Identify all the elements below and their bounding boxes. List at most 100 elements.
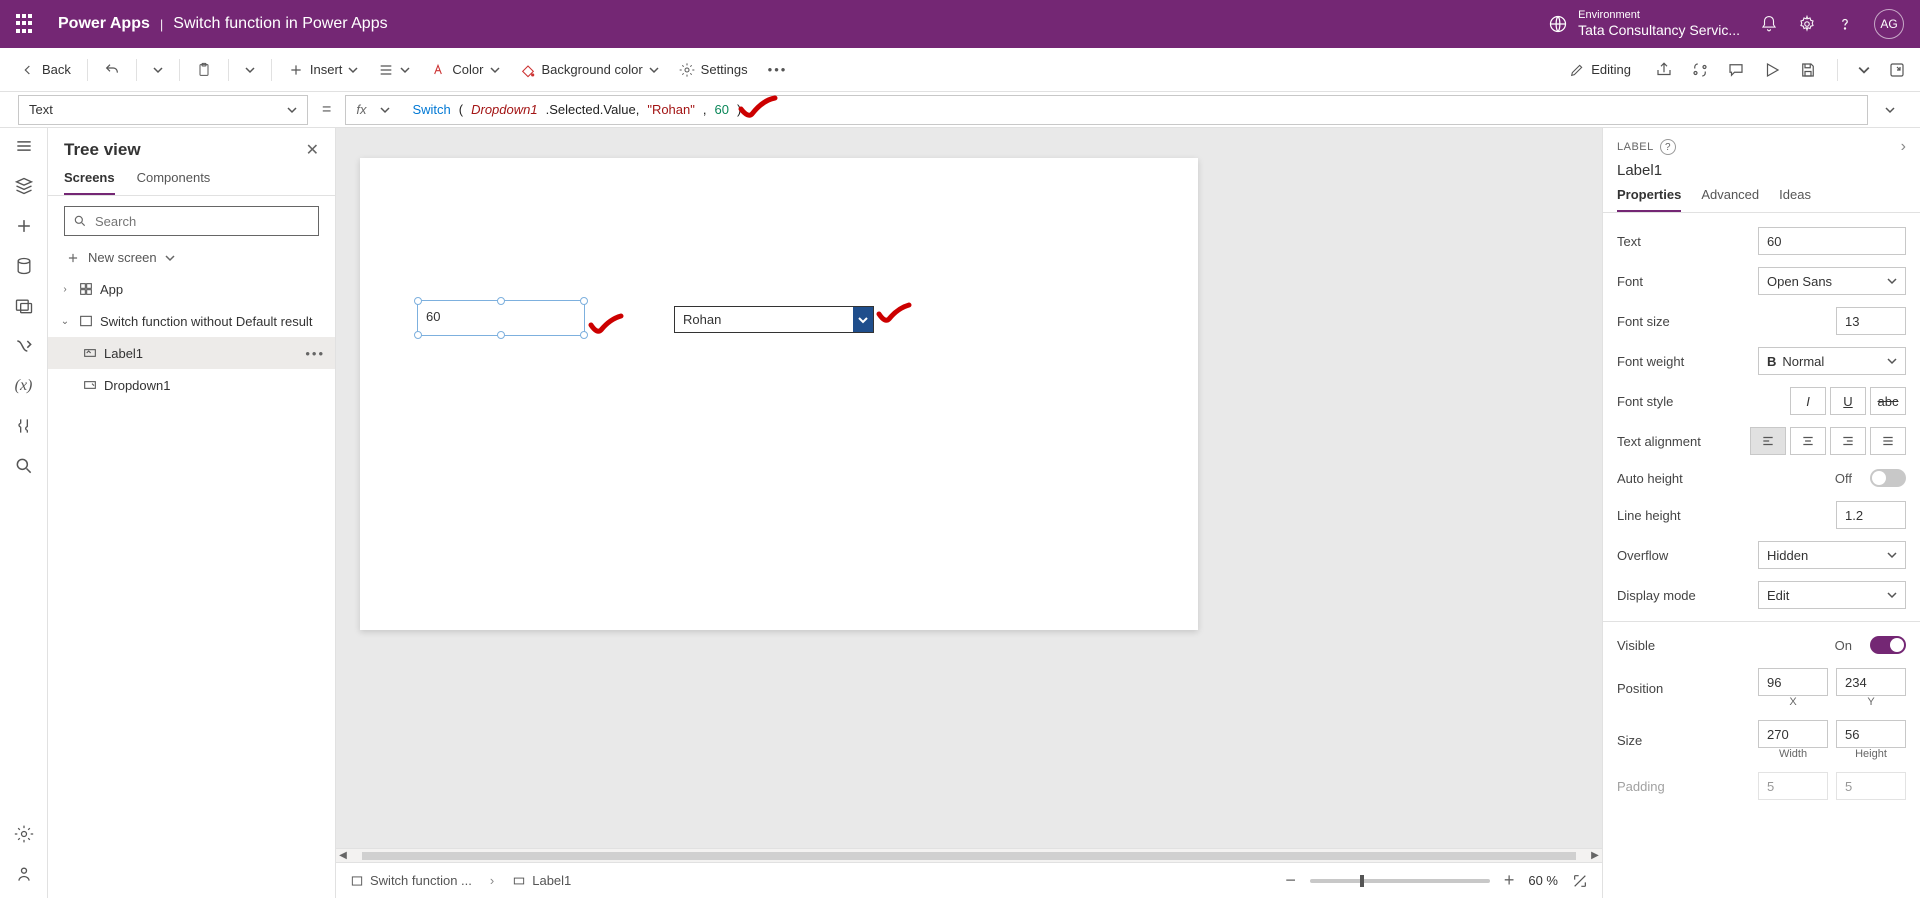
scroll-right-icon[interactable]: ▶ — [1588, 850, 1602, 861]
hamburger-icon[interactable] — [14, 136, 34, 156]
settings-button[interactable]: Settings — [673, 58, 754, 82]
zoom-slider[interactable] — [1310, 879, 1490, 883]
ellipsis-icon[interactable]: ••• — [305, 346, 325, 361]
align-right-button[interactable] — [1830, 427, 1866, 455]
chevron-right-icon[interactable]: › — [1901, 138, 1906, 156]
help-icon[interactable]: ? — [1660, 139, 1676, 155]
data-icon[interactable] — [14, 256, 34, 276]
paste-more[interactable] — [239, 61, 261, 79]
tree-view-icon[interactable] — [14, 176, 34, 196]
dropdown-arrow[interactable] — [853, 307, 873, 332]
paste-button[interactable] — [190, 58, 218, 82]
padding-b-input[interactable]: 5 — [1836, 772, 1906, 800]
notifications-icon[interactable] — [1760, 15, 1778, 33]
virtual-agent-icon[interactable] — [14, 864, 34, 884]
environment-picker[interactable]: Environment Tata Consultancy Servic... — [1548, 9, 1740, 39]
tree-node-screen[interactable]: ⌄ Switch function without Default result — [48, 305, 335, 337]
strike-button[interactable]: abc — [1870, 387, 1906, 415]
breadcrumb-label1[interactable]: Label1 — [512, 873, 571, 888]
tree-node-dropdown1[interactable]: Dropdown1 — [48, 369, 335, 401]
search-input[interactable] — [64, 206, 319, 236]
prop-text-input[interactable]: 60 — [1758, 227, 1906, 255]
italic-button[interactable]: I — [1790, 387, 1826, 415]
search-field[interactable] — [95, 214, 310, 229]
search-icon[interactable] — [14, 456, 34, 476]
tab-components[interactable]: Components — [137, 170, 211, 195]
prop-padding-label: Padding — [1617, 779, 1748, 794]
undo-button[interactable] — [98, 58, 126, 82]
back-button[interactable]: Back — [14, 58, 77, 82]
chevron-down-icon — [245, 65, 255, 75]
size-w-input[interactable]: 270 — [1758, 720, 1828, 748]
tab-screens[interactable]: Screens — [64, 170, 115, 195]
help-icon[interactable] — [1836, 15, 1854, 33]
scroll-left-icon[interactable]: ◀ — [336, 850, 350, 861]
tree-node-label1[interactable]: Label1 ••• — [48, 337, 335, 369]
horizontal-scrollbar[interactable]: ◀ ▶ — [336, 848, 1602, 862]
undo-icon — [104, 62, 120, 78]
align-center-button[interactable] — [1790, 427, 1826, 455]
gear-icon[interactable] — [1798, 15, 1816, 33]
media-icon[interactable] — [14, 296, 34, 316]
avatar[interactable]: AG — [1874, 9, 1904, 39]
play-icon[interactable] — [1763, 61, 1781, 79]
padding-a-input[interactable]: 5 — [1758, 772, 1828, 800]
underline-button[interactable]: U — [1830, 387, 1866, 415]
insert-button[interactable]: Insert — [282, 58, 365, 82]
comments-icon[interactable] — [1727, 61, 1745, 79]
visible-toggle[interactable] — [1870, 636, 1906, 654]
color-button[interactable]: Color — [424, 58, 505, 82]
breadcrumb-screen[interactable]: Switch function ... — [350, 873, 472, 888]
prop-font-select[interactable]: Open Sans — [1758, 267, 1906, 295]
prop-lineheight-input[interactable]: 1.2 — [1836, 501, 1906, 529]
checker-icon[interactable] — [1691, 61, 1709, 79]
tab-ideas[interactable]: Ideas — [1779, 187, 1811, 212]
close-icon[interactable]: ✕ — [306, 140, 319, 160]
variables-icon[interactable]: (x) — [14, 376, 34, 396]
property-select[interactable]: Text — [18, 95, 308, 125]
gear-icon[interactable] — [14, 824, 34, 844]
overflow-button[interactable]: ••• — [762, 58, 794, 81]
save-icon[interactable] — [1799, 61, 1817, 79]
prop-lineheight-label: Line height — [1617, 508, 1826, 523]
editing-button[interactable]: Editing — [1563, 58, 1637, 82]
annotation-check-icon — [738, 94, 778, 122]
prop-fontsize-input[interactable]: 13 — [1836, 307, 1906, 335]
chevron-down-icon[interactable] — [1858, 64, 1870, 76]
tree-node-app[interactable]: › App — [48, 273, 335, 305]
zoom-in-button[interactable]: + — [1504, 870, 1515, 891]
autoheight-toggle[interactable] — [1870, 469, 1906, 487]
fit-icon[interactable] — [1572, 873, 1588, 889]
position-y-input[interactable]: 234 — [1836, 668, 1906, 696]
text-color-icon — [430, 62, 446, 78]
publish-icon[interactable] — [1888, 61, 1906, 79]
breadcrumb-label: Label1 — [532, 873, 571, 888]
label1-control[interactable]: 60 — [417, 300, 585, 336]
app-launcher[interactable] — [16, 14, 36, 34]
align-left-button[interactable] — [1750, 427, 1786, 455]
prop-overflow-select[interactable]: Hidden — [1758, 541, 1906, 569]
prop-fontweight-select[interactable]: BNormal — [1758, 347, 1906, 375]
formula-input[interactable]: fx Switch(Dropdown1.Selected.Value,"Roha… — [345, 95, 1868, 125]
prop-displaymode-select[interactable]: Edit — [1758, 581, 1906, 609]
share-icon[interactable] — [1655, 61, 1673, 79]
layout-button[interactable] — [372, 58, 416, 82]
color-label: Color — [452, 62, 483, 77]
bgcolor-button[interactable]: Background color — [514, 58, 665, 82]
undo-more[interactable] — [147, 61, 169, 79]
fx-icon: fx — [356, 102, 366, 117]
position-x-input[interactable]: 96 — [1758, 668, 1828, 696]
tab-properties[interactable]: Properties — [1617, 187, 1681, 212]
align-justify-button[interactable] — [1870, 427, 1906, 455]
flow-icon[interactable] — [14, 336, 34, 356]
tools-icon[interactable] — [14, 416, 34, 436]
formula-expand[interactable] — [1878, 105, 1902, 115]
dropdown1-control[interactable]: Rohan — [674, 306, 874, 333]
zoom-out-button[interactable]: − — [1285, 870, 1296, 891]
size-h-input[interactable]: 56 — [1836, 720, 1906, 748]
prop-fontsize-label: Font size — [1617, 314, 1826, 329]
tab-advanced[interactable]: Advanced — [1701, 187, 1759, 212]
plus-icon[interactable] — [14, 216, 34, 236]
design-canvas[interactable]: 60 Rohan — [360, 158, 1198, 630]
new-screen-button[interactable]: New screen — [48, 246, 335, 273]
